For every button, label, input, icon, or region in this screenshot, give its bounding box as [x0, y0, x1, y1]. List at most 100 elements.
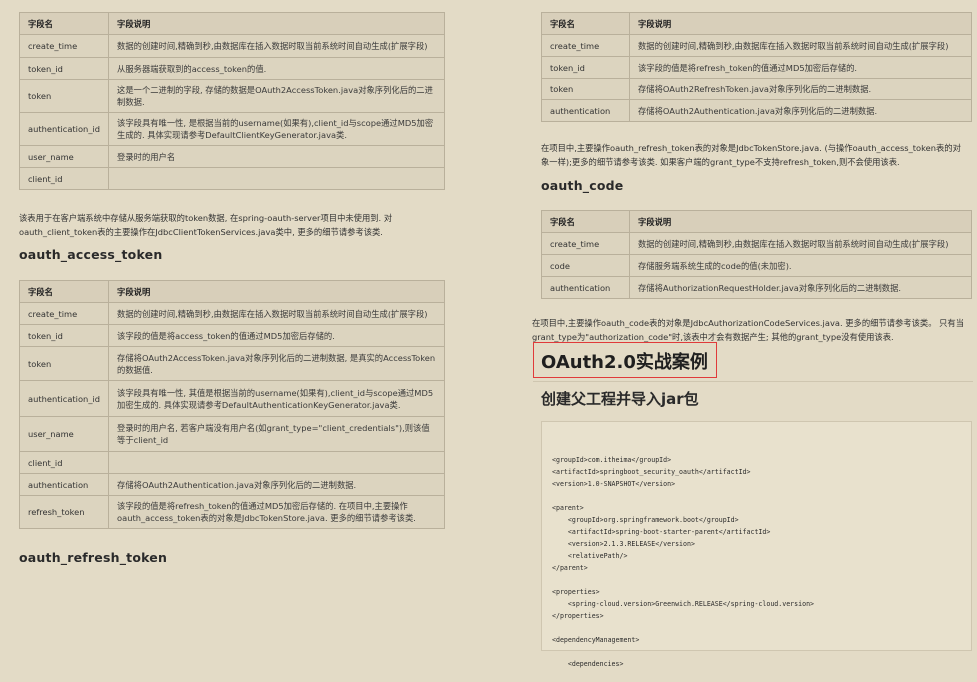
section-heading-oauth-code: oauth_code — [541, 178, 624, 193]
field-desc: 存储将OAuth2Authentication.java对象序列化后的二进制数据… — [629, 99, 972, 122]
table-row: authentication_id 该字段具有唯一性, 是根据当前的usernam… — [18, 112, 445, 146]
field-name: refresh_token — [18, 495, 110, 529]
header-field-desc: 字段说明 — [108, 12, 445, 35]
table-header-row: 字段名 字段说明 — [541, 12, 972, 35]
table-row: user_name 登录时的用户名, 若客户端没有用户名(如grant_type=… — [18, 416, 445, 452]
header-field-desc: 字段说明 — [629, 210, 972, 233]
table-row: token_id 从服务器端获取到的access_token的值. — [18, 57, 445, 80]
table-row: client_id — [18, 167, 445, 190]
code-line: <groupId>com.itheima</groupId> — [552, 456, 672, 464]
access-token-table: 字段名 字段说明 create_time 数据的创建时间,精确到秒,由数据库在插入… — [18, 280, 445, 529]
field-desc: 这是一个二进制的字段, 存储的数据是OAuth2AccessToken.java… — [108, 79, 445, 113]
field-name: authentication — [541, 276, 630, 299]
code-block: <groupId>com.itheima</groupId> <artifactI… — [541, 421, 972, 668]
table-header-row: 字段名 字段说明 — [541, 210, 972, 233]
table-row: create_time 数据的创建时间,精确到秒,由数据库在插入数据时取当前系统时… — [541, 34, 972, 57]
field-name: user_name — [18, 145, 110, 168]
header-field-desc: 字段说明 — [108, 280, 445, 303]
code-line: </properties> — [552, 612, 604, 620]
table-row: create_time 数据的创建时间,精确到秒,由数据库在插入数据时取当前系统时… — [18, 34, 445, 58]
field-name: token_id — [18, 324, 110, 347]
field-name: token — [18, 346, 110, 381]
table-row: token 这是一个二进制的字段, 存储的数据是OAuth2AccessToken… — [18, 79, 445, 113]
table-row: token 存储将OAuth2RefreshToken.java对象序列化后的二进… — [541, 78, 972, 100]
oauth-code-table: 字段名 字段说明 create_time 数据的创建时间,精确到秒,由数据库在插入… — [541, 210, 972, 299]
table-row: token_id 该字段的值是将access_token的值通过MD5加密后存储的… — [18, 324, 445, 347]
field-desc: 该字段的值是将refresh_token的值通过MD5加密后存储的. — [629, 56, 972, 79]
field-desc: 存储将OAuth2Authentication.java对象序列化后的二进制数据… — [108, 473, 445, 496]
field-name: create_time — [541, 232, 630, 255]
code-line: <dependencyManagement> — [552, 636, 640, 644]
field-name: create_time — [18, 302, 110, 325]
code-lines: <groupId>com.itheima</groupId> <artifactI… — [552, 454, 961, 670]
field-name: create_time — [18, 34, 110, 58]
code-line: <dependencies> — [552, 660, 624, 668]
table-row: authentication 存储将OAuth2Authentication.ja… — [541, 99, 972, 122]
header-field-name: 字段名 — [18, 12, 110, 35]
field-desc: 存储将OAuth2AccessToken.java对象序列化后的二进制数据, 是… — [108, 346, 445, 381]
section-heading-oauth-refresh-token: oauth_refresh_token — [19, 550, 168, 565]
chapter-heading: OAuth2.0实战案例 — [541, 352, 708, 373]
code-line: <version>1.0-SNAPSHOT</version> — [552, 480, 676, 488]
field-name: code — [541, 254, 630, 277]
table-row: create_time 数据的创建时间,精确到秒,由数据库在插入数据时取当前系统时… — [18, 302, 445, 325]
table-row: code 存储服务端系统生成的code的值(未加密). — [541, 254, 972, 277]
field-desc: 该字段的值是将refresh_token的值通过MD5加密后存储的. 在项目中,… — [108, 495, 445, 529]
code-line: <parent> — [552, 504, 584, 512]
field-name: token_id — [18, 57, 110, 80]
client-token-description: 该表用于在客户端系统中存储从服务端获取的token数据, 在spring-oau… — [19, 213, 393, 237]
table-row: refresh_token 该字段的值是将refresh_token的值通过MD5… — [18, 495, 445, 529]
field-name: token — [541, 78, 630, 100]
field-desc: 数据的创建时间,精确到秒,由数据库在插入数据时取当前系统时间自动生成(扩展字段) — [629, 232, 972, 255]
field-desc — [108, 167, 445, 190]
field-name: client_id — [18, 451, 110, 474]
field-desc — [108, 451, 445, 474]
field-desc: 数据的创建时间,精确到秒,由数据库在插入数据时取当前系统时间自动生成(扩展字段) — [108, 302, 445, 325]
table-row: token_id 该字段的值是将refresh_token的值通过MD5加密后存储… — [541, 56, 972, 79]
field-name: client_id — [18, 167, 110, 190]
field-desc: 存储将AuthorizationRequestHolder.java对象序列化后… — [629, 276, 972, 299]
field-name: token_id — [541, 56, 630, 79]
field-name: authentication_id — [18, 380, 110, 417]
field-name: authentication_id — [18, 112, 110, 146]
field-name: token — [18, 79, 110, 113]
field-desc: 存储将OAuth2RefreshToken.java对象序列化后的二进制数据. — [629, 78, 972, 100]
header-field-name: 字段名 — [541, 12, 630, 35]
code-line: <relativePath/> — [552, 552, 628, 560]
table-row: client_id — [18, 451, 445, 474]
field-desc: 该字段具有唯一性, 是根据当前的username(如果有),client_id与… — [108, 112, 445, 146]
section-heading-oauth-access-token: oauth_access_token — [19, 247, 163, 262]
field-name: authentication — [18, 473, 110, 496]
table-header-row: 字段名 字段说明 — [18, 12, 445, 35]
section-heading-create-parent-project: 创建父工程并导入jar包 — [541, 390, 699, 408]
code-line: <artifactId>springboot_security_oauth</a… — [552, 468, 751, 476]
code-line: <groupId>org.springframework.boot</group… — [552, 516, 739, 524]
heading-divider — [533, 381, 973, 382]
header-field-name: 字段名 — [18, 280, 110, 303]
table-row: user_name 登录时的用户名 — [18, 145, 445, 168]
refresh-token-description: 在项目中,主要操作oauth_refresh_token表的对象是JdbcTok… — [541, 143, 961, 167]
header-field-name: 字段名 — [541, 210, 630, 233]
field-desc: 数据的创建时间,精确到秒,由数据库在插入数据时取当前系统时间自动生成(扩展字段) — [629, 34, 972, 57]
field-desc: 登录时的用户名 — [108, 145, 445, 168]
code-line: <spring-cloud.version>Greenwich.RELEASE<… — [552, 600, 815, 608]
table-row: authentication 存储将AuthorizationRequestHol… — [541, 276, 972, 299]
field-name: user_name — [18, 416, 110, 452]
code-line: <properties> — [552, 588, 600, 596]
field-name: authentication — [541, 99, 630, 122]
field-name: create_time — [541, 34, 630, 57]
field-desc: 从服务器端获取到的access_token的值. — [108, 57, 445, 80]
table-header-row: 字段名 字段说明 — [18, 280, 445, 303]
code-line: </parent> — [552, 564, 588, 572]
refresh-token-table: 字段名 字段说明 create_time 数据的创建时间,精确到秒,由数据库在插入… — [541, 12, 972, 122]
header-field-desc: 字段说明 — [629, 12, 972, 35]
field-desc: 存储服务端系统生成的code的值(未加密). — [629, 254, 972, 277]
code-line: <artifactId>spring-boot-starter-parent</… — [552, 528, 771, 536]
field-desc: 该字段具有唯一性, 其值是根据当前的username(如果有),client_i… — [108, 380, 445, 417]
client-token-table: 字段名 字段说明 create_time 数据的创建时间,精确到秒,由数据库在插入… — [18, 12, 445, 190]
table-row: create_time 数据的创建时间,精确到秒,由数据库在插入数据时取当前系统时… — [541, 232, 972, 255]
code-line: <version>2.1.3.RELEASE</version> — [552, 540, 695, 548]
